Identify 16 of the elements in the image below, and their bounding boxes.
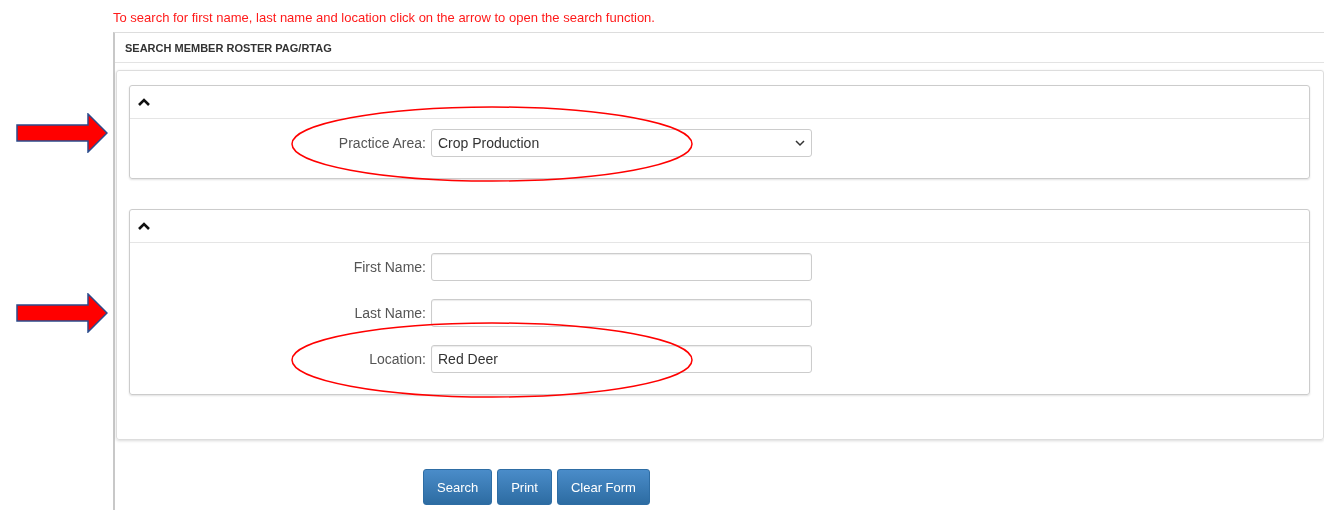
action-button[interactable]: Clear Form	[556, 469, 650, 505]
field-label: First Name:	[353, 259, 426, 275]
action-button[interactable]: Print	[497, 469, 552, 505]
instruction-note: To search for first name, last name and location click on the arrow to open the search function.	[113, 9, 656, 27]
field-label: Last Name:	[354, 305, 426, 321]
dropdown-field[interactable]: Crop Production	[431, 129, 812, 157]
field-label: Location:	[369, 351, 426, 367]
input-field[interactable]: Red Deer	[431, 345, 812, 373]
field-label: Practice Area:	[338, 135, 426, 151]
panel-title: SEARCH MEMBER ROSTER PAG/RTAG	[115, 33, 1324, 63]
chevron-down-icon	[795, 139, 805, 147]
chevron-up-icon[interactable]	[138, 98, 150, 106]
input-field[interactable]	[431, 299, 812, 327]
chevron-up-icon[interactable]	[138, 222, 150, 230]
input-field[interactable]	[431, 253, 812, 281]
action-button[interactable]: Search	[423, 469, 493, 505]
